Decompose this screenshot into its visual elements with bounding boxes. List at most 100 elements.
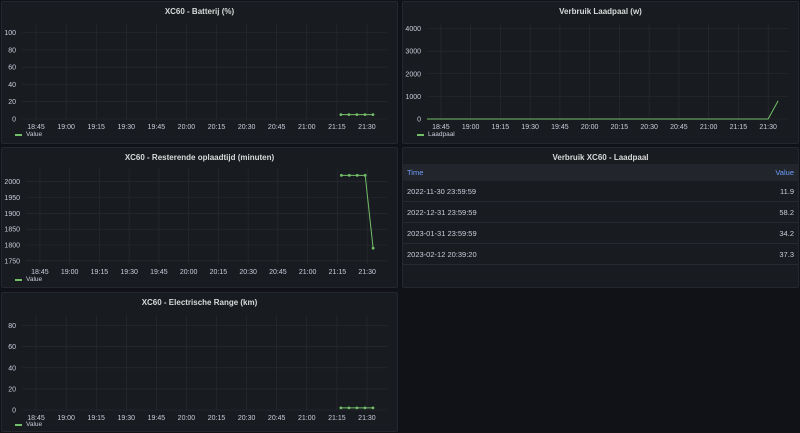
legend-label: Laadpaal (428, 131, 455, 138)
x-tick-label: 18:45 (432, 124, 450, 131)
table-row: 2023-01-31 23:59:59 34.2 (403, 222, 798, 244)
x-tick-label: 21:00 (298, 415, 316, 422)
x-tick-label: 19:00 (462, 124, 480, 131)
x-tick-label: 19:00 (61, 269, 79, 276)
y-tick-label: 1950 (4, 195, 20, 202)
cell-time: 2023-02-12 20:39:20 (403, 243, 698, 265)
x-tick-label: 21:15 (328, 415, 346, 422)
x-tick-label: 21:30 (358, 269, 376, 276)
x-tick-label: 18:45 (31, 269, 49, 276)
y-tick-label: 1000 (405, 94, 421, 101)
x-tick-label: 21:15 (730, 124, 748, 131)
usage-table: Time Value 2022-11-30 23:59:59 11.9 2022… (403, 164, 798, 265)
x-tick-label: 19:45 (150, 269, 168, 276)
data-point (339, 113, 343, 117)
x-tick-label: 21:30 (358, 415, 376, 422)
x-tick-label: 21:15 (328, 124, 346, 131)
x-tick-label: 20:15 (611, 124, 629, 131)
x-tick-label: 21:30 (759, 124, 777, 131)
data-point (347, 406, 351, 410)
x-tick-label: 20:00 (178, 415, 196, 422)
y-tick-label: 1800 (4, 243, 20, 250)
y-tick-label: 2000 (4, 179, 20, 186)
cell-value: 58.2 (697, 201, 798, 223)
data-point (347, 113, 351, 117)
data-point (339, 406, 343, 410)
x-tick-label: 19:30 (118, 415, 136, 422)
cell-time: 2022-12-31 23:59:59 (403, 201, 698, 223)
x-tick-label: 20:45 (670, 124, 688, 131)
y-tick-label: 2000 (405, 71, 421, 78)
chart-charger: 0 1000 2000 3000 4000 18:45 19:00 19:15 19:30 19:… (405, 24, 788, 131)
data-point (347, 173, 351, 177)
x-tick-label: 20:00 (180, 269, 198, 276)
y-tick-label: 1750 (4, 258, 20, 265)
x-tick-label: 21:15 (329, 269, 347, 276)
data-point (355, 113, 359, 117)
y-tick-label: 1900 (4, 211, 20, 218)
y-tick-label: 20 (8, 99, 16, 106)
x-tick-label: 21:00 (298, 124, 316, 131)
legend[interactable]: Value (15, 421, 42, 428)
chart-remaining: 1750 1800 1850 1900 1950 2000 18:45 19:00 19:15 1… (4, 169, 387, 276)
column-header-time[interactable]: Time (403, 164, 698, 181)
series-line (427, 100, 779, 120)
x-tick-label: 20:30 (238, 415, 256, 422)
panel-remaining: XC60 - Resterende oplaadtijd (minuten) 1… (1, 147, 398, 288)
data-point (363, 406, 367, 410)
data-point (355, 173, 359, 177)
x-tick-label: 21:00 (299, 269, 317, 276)
y-tick-label: 80 (8, 47, 16, 54)
x-tick-label: 19:45 (148, 415, 166, 422)
x-tick-label: 19:15 (87, 124, 105, 131)
x-tick-label: 19:00 (57, 124, 75, 131)
x-tick-label: 19:15 (91, 269, 109, 276)
x-tick-label: 20:15 (210, 269, 228, 276)
panel-charger: Verbruik Laadpaal (w) 0 1000 2000 3000 4000 1… (402, 1, 799, 144)
cell-value: 11.9 (697, 181, 798, 202)
legend-swatch (15, 133, 22, 136)
x-tick-label: 19:15 (492, 124, 510, 131)
legend-label: Value (26, 421, 43, 428)
cell-value: 37.3 (697, 243, 798, 265)
legend-label: Value (26, 276, 43, 283)
y-tick-label: 40 (8, 365, 16, 372)
x-tick-label: 20:45 (268, 415, 286, 422)
x-tick-label: 20:30 (640, 124, 658, 131)
data-point (371, 113, 375, 117)
column-header-value[interactable]: Value (697, 164, 798, 181)
x-tick-label: 19:00 (57, 415, 75, 422)
y-tick-label: 80 (8, 323, 16, 330)
y-tick-label: 0 (12, 408, 16, 415)
x-tick-label: 20:00 (178, 124, 196, 131)
table-row: 2022-12-31 23:59:59 58.2 (403, 201, 798, 223)
chart-battery: 0 20 40 60 80 100 18:45 19:00 19:15 19:30 19:45 20:… (4, 24, 387, 131)
x-tick-label: 20:45 (269, 269, 287, 276)
legend[interactable]: Value (15, 131, 42, 138)
y-tick-label: 60 (8, 65, 16, 72)
series-line (341, 174, 374, 249)
legend[interactable]: Laadpaal (417, 131, 455, 138)
legend[interactable]: Value (15, 276, 42, 283)
y-tick-label: 20 (8, 386, 16, 393)
cell-time: 2023-01-31 23:59:59 (403, 222, 698, 244)
cell-value: 34.2 (697, 222, 798, 244)
data-point (363, 173, 367, 177)
y-tick-label: 60 (8, 344, 16, 351)
panel-title[interactable]: Verbruik XC60 - Laadpaal (403, 153, 798, 162)
chart-range: 02040608018:45 19:00 19:15 19:30 19:45 20:00 2… (8, 315, 387, 422)
data-point (355, 406, 359, 410)
panel-range: XC60 - Electrische Range (km) 0 20 40 60 80 1… (1, 292, 398, 432)
y-tick-label: 0 (417, 117, 421, 124)
data-point (339, 173, 343, 177)
data-point (363, 113, 367, 117)
legend-label: Value (26, 131, 43, 138)
x-tick-label: 20:30 (239, 269, 257, 276)
table-row: 2023-02-12 20:39:20 37.3 (403, 243, 798, 265)
data-point (371, 406, 375, 410)
x-tick-label: 20:15 (208, 415, 226, 422)
legend-swatch (417, 133, 424, 136)
y-tick-label: 3000 (405, 49, 421, 56)
panel-usage-table: Verbruik XC60 - Laadpaal Time Value 2022… (402, 147, 799, 288)
table-row: 2022-11-30 23:59:59 11.9 (403, 181, 798, 202)
